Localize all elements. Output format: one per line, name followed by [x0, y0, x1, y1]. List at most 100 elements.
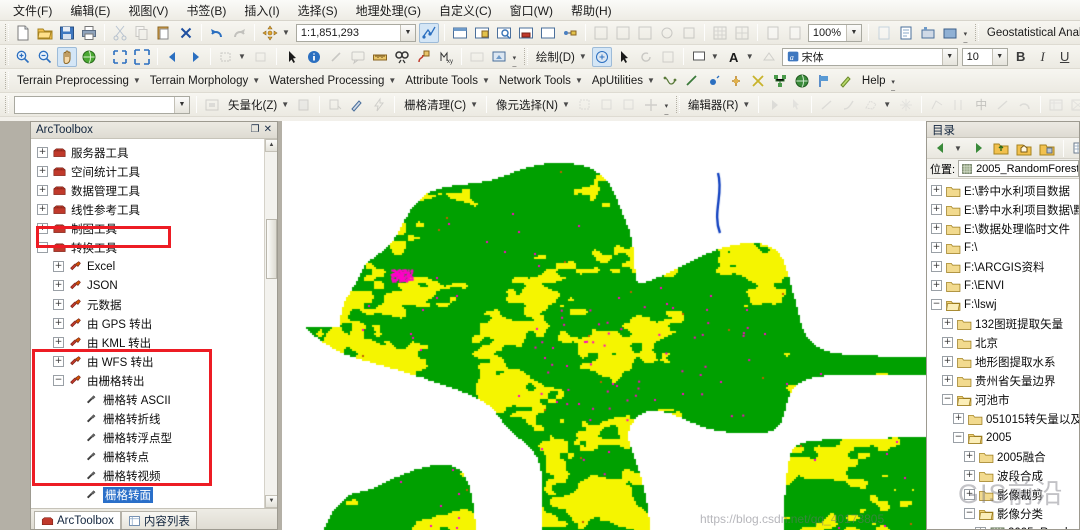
expand-icon[interactable]: +: [37, 223, 48, 234]
grid-icon-2[interactable]: [732, 23, 752, 43]
chevron-down-icon[interactable]: ▼: [710, 52, 723, 61]
expand-icon[interactable]: +: [964, 451, 975, 462]
forward-icon[interactable]: [968, 138, 988, 158]
catalog-tree-item[interactable]: +影像裁剪: [927, 485, 1079, 504]
toolbox-tree-item[interactable]: 栅格转浮点型: [31, 428, 277, 447]
clear-selection-icon[interactable]: [251, 47, 271, 67]
html-popup-icon[interactable]: [348, 47, 368, 67]
expand-icon[interactable]: +: [931, 185, 942, 196]
archydro-menu-2[interactable]: Watershed Processing: [264, 74, 387, 88]
xy-tool-icon[interactable]: xy: [436, 47, 456, 67]
scroll-up-button[interactable]: ▲: [265, 139, 277, 152]
curve-segment-icon[interactable]: [839, 95, 859, 115]
print-icon[interactable]: [79, 23, 99, 43]
chevron-down-icon[interactable]: ▼: [174, 97, 189, 113]
archydro-pencil-icon[interactable]: [836, 71, 856, 91]
toolbox-tree-item[interactable]: +元数据: [31, 295, 277, 314]
collapse-icon[interactable]: −: [942, 394, 953, 405]
attributes-icon[interactable]: [1046, 95, 1066, 115]
vectorization-menu[interactable]: 矢量化(Z): [223, 96, 280, 114]
nav-icon-3[interactable]: [635, 23, 655, 43]
chevron-down-icon[interactable]: ▼: [578, 52, 591, 61]
cell-select-icon-2[interactable]: [597, 95, 617, 115]
arctoolbox-tree[interactable]: ▲ ▼ +服务器工具+空间统计工具+数据管理工具+线性参考工具+制图工具−转换工…: [31, 139, 277, 508]
redo-icon[interactable]: [229, 23, 249, 43]
find-icon[interactable]: [392, 47, 412, 67]
menu-item-9[interactable]: 帮助(H): [562, 0, 621, 21]
home-folder-icon[interactable]: [1014, 138, 1034, 158]
toolbar-grip[interactable]: [975, 24, 979, 41]
archydro-network-icon[interactable]: [748, 71, 768, 91]
italic-button[interactable]: I: [1033, 47, 1053, 67]
toolbar-grip[interactable]: [5, 72, 9, 89]
expand-icon[interactable]: +: [37, 204, 48, 215]
map-scale-combo[interactable]: 1:1,851,293 ▼: [296, 24, 416, 42]
nav-icon-2[interactable]: [613, 23, 633, 43]
chevron-down-icon[interactable]: ▼: [237, 52, 250, 61]
draw-pointer-icon[interactable]: [614, 47, 634, 67]
menu-item-8[interactable]: 窗口(W): [501, 0, 562, 21]
catalog-tree-item[interactable]: +贵州省矢量边界: [927, 371, 1079, 390]
default-geodatabase-icon[interactable]: [1037, 138, 1057, 158]
grid-icon-1[interactable]: [710, 23, 730, 43]
close-icon[interactable]: ✕: [264, 125, 272, 135]
expand-icon[interactable]: +: [53, 261, 64, 272]
archydro-schematic-icon[interactable]: [770, 71, 790, 91]
draw-new-icon[interactable]: [658, 47, 678, 67]
expand-icon[interactable]: +: [37, 185, 48, 196]
open-icon[interactable]: [35, 23, 55, 43]
cut-icon[interactable]: [110, 23, 130, 43]
fixed-zoom-in-icon[interactable]: [110, 47, 130, 67]
toolbox-tree-item[interactable]: 栅格转点: [31, 447, 277, 466]
menu-item-2[interactable]: 视图(V): [119, 0, 177, 21]
up-one-level-icon[interactable]: [991, 138, 1011, 158]
catalog-tree-item[interactable]: +E:\黔中水利项目数据: [927, 181, 1079, 200]
catalog-tree-item[interactable]: −影像分类: [927, 504, 1079, 523]
toolbar-grip[interactable]: [5, 24, 9, 41]
toolbox-tree-item[interactable]: +JSON: [31, 276, 277, 295]
nav-icon-1[interactable]: [591, 23, 611, 43]
toolbar-overflow-icon[interactable]: ▾_: [662, 96, 671, 114]
archydro-menu-0[interactable]: Terrain Preprocessing: [12, 74, 132, 88]
expand-icon[interactable]: +: [931, 280, 942, 291]
nav-icon-5[interactable]: [679, 23, 699, 43]
catalog-tree-item[interactable]: −F:\lswj: [927, 295, 1079, 314]
expand-icon[interactable]: +: [931, 223, 942, 234]
measure-icon[interactable]: [370, 47, 390, 67]
map-canvas[interactable]: [282, 121, 926, 530]
location-combo[interactable]: 2005_RandomForestCl: [958, 160, 1079, 177]
toolbox-tree-item[interactable]: +空间统计工具: [31, 162, 277, 181]
expand-icon[interactable]: +: [53, 337, 64, 348]
layout-icon-4[interactable]: [940, 23, 960, 43]
page-zoom-combo[interactable]: 100% ▼: [808, 24, 862, 42]
python-window-icon[interactable]: [538, 23, 558, 43]
menu-item-1[interactable]: 编辑(E): [61, 0, 119, 21]
page-icon-2[interactable]: [785, 23, 805, 43]
raster-cleanup-menu[interactable]: 栅格清理(C): [399, 96, 469, 114]
panel-tab-arctoolbox[interactable]: ArcToolbox: [34, 511, 121, 529]
catalog-tree-item[interactable]: −河池市: [927, 390, 1079, 409]
chevron-down-icon[interactable]: ▼: [942, 49, 957, 65]
chevron-down-icon[interactable]: ▼: [561, 100, 574, 109]
catalog-tree-item[interactable]: +北京: [927, 333, 1079, 352]
split-icon[interactable]: [949, 95, 969, 115]
toolbar-overflow-icon[interactable]: ▾_: [510, 48, 519, 66]
table-of-contents-icon[interactable]: [450, 23, 470, 43]
expand-icon[interactable]: +: [53, 318, 64, 329]
expand-icon[interactable]: +: [931, 261, 942, 272]
catalog-tree-item[interactable]: +E:\黔中水利项目数据\黔中: [927, 200, 1079, 219]
expand-icon[interactable]: +: [931, 242, 942, 253]
toolbar-grip[interactable]: [524, 48, 528, 65]
menu-item-6[interactable]: 地理处理(G): [347, 0, 430, 21]
copy-icon[interactable]: [132, 23, 152, 43]
vectorization-settings-icon[interactable]: [294, 95, 314, 115]
toolbox-tree-item[interactable]: +Excel: [31, 257, 277, 276]
chevron-down-icon[interactable]: ▼: [846, 25, 861, 41]
chevron-down-icon[interactable]: ▼: [646, 76, 659, 85]
toolbox-tree-item[interactable]: +转为 CAD: [31, 504, 277, 508]
save-icon[interactable]: [57, 23, 77, 43]
straight-segment-icon[interactable]: [817, 95, 837, 115]
arctoolbox-icon[interactable]: [516, 23, 536, 43]
font-size-combo[interactable]: 10 ▼: [962, 48, 1008, 66]
catalog-tree-item[interactable]: +132图斑提取矢量: [927, 314, 1079, 333]
